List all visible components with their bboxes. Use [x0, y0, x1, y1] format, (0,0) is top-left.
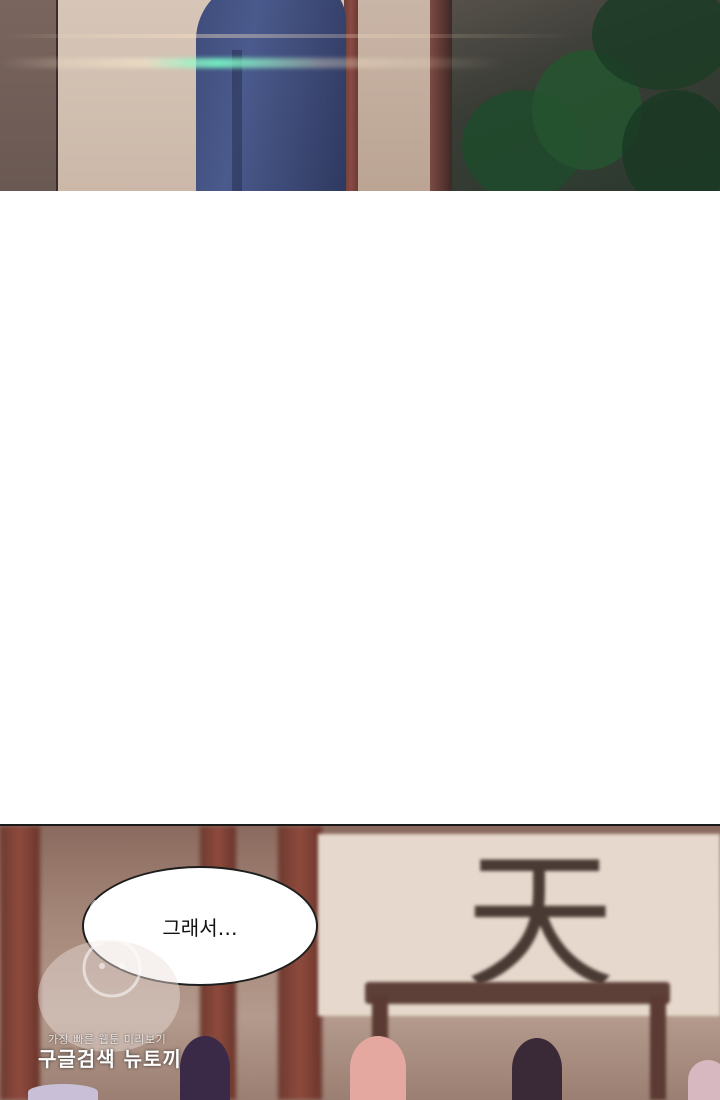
- garden-background: [452, 0, 720, 191]
- crowd-person: [350, 1036, 406, 1100]
- door-frame-left: [344, 0, 358, 191]
- left-wall: [0, 0, 56, 191]
- crowd-person: [688, 1060, 720, 1100]
- gate-post: [650, 996, 666, 1100]
- speech-bubble-text: 그래서…: [162, 915, 238, 940]
- gate-crossbar: [365, 982, 670, 1004]
- door-frame-right: [430, 0, 452, 191]
- top-comic-panel: [0, 0, 720, 191]
- light-streak: [0, 34, 720, 38]
- panel-gutter: [0, 191, 720, 824]
- door-panel: [358, 0, 430, 191]
- robed-figure: [196, 0, 346, 191]
- crowd-person: [512, 1038, 562, 1100]
- red-pillar: [0, 826, 40, 1100]
- robe-fold: [232, 50, 242, 191]
- rabbit-icon: [82, 900, 142, 998]
- light-streak: [0, 58, 720, 68]
- watermark-site: 구글검색 뉴토끼: [38, 1047, 182, 1071]
